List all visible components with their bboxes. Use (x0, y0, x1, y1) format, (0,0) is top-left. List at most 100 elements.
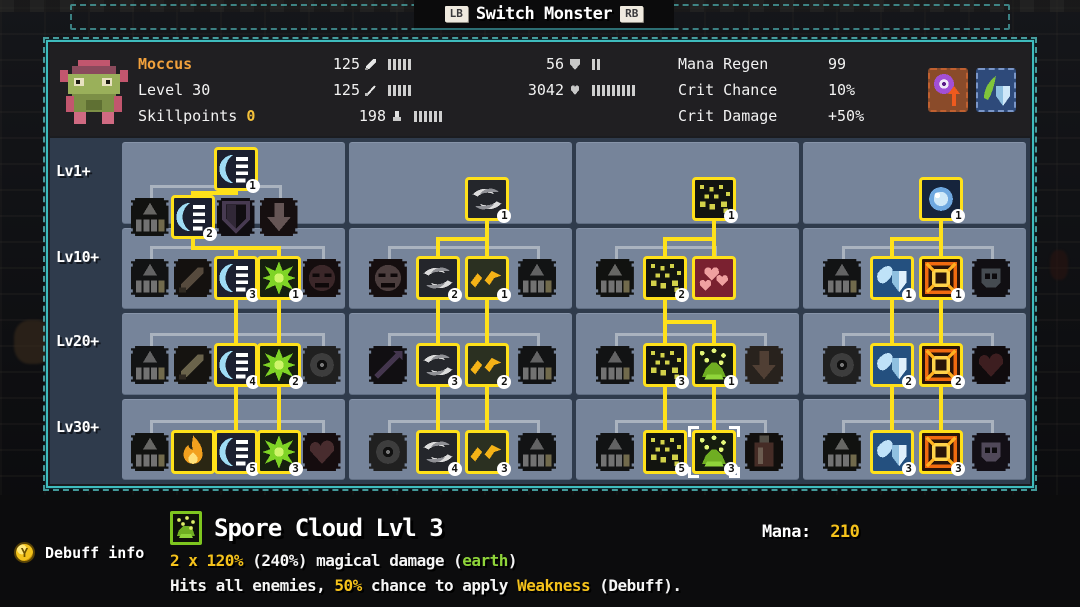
weapon-slot[interactable] (976, 68, 1016, 112)
skill-node-fire-grid-1[interactable]: 1 (919, 256, 966, 302)
skill-node-cherries[interactable] (969, 343, 1013, 387)
skill-node-armor-bar[interactable] (595, 433, 634, 471)
debuff-coin-icon: Y (14, 542, 35, 563)
lb-bumper-icon[interactable]: LB (444, 6, 468, 22)
skill-node-spore-cloud-3[interactable]: 3 (688, 426, 741, 478)
skill-node-sword-brown[interactable] (173, 259, 212, 297)
skill-node-moon-beam-4[interactable]: 4 (213, 343, 260, 389)
skill-link-active (662, 319, 717, 324)
skill-node-hp-bar[interactable] (822, 259, 861, 297)
skill-node-upgrade-bar[interactable] (593, 256, 637, 300)
skill-node-water-shield-1[interactable]: 1 (869, 256, 916, 302)
rb-bumper-icon[interactable]: RB (620, 6, 644, 22)
level-row-label-1: Lv1+ (56, 162, 91, 180)
skill-node-heart-red[interactable] (302, 433, 341, 471)
skill-node-rank: 5 (674, 462, 689, 476)
skill-node-weight-bar[interactable] (593, 343, 637, 387)
skill-node-frame (300, 343, 344, 387)
skill-node-angry-face[interactable] (302, 259, 341, 297)
skill-mana-cost: Mana: 210 (762, 522, 860, 542)
skill-node-shield-purple[interactable] (216, 198, 255, 236)
physical-attack-value: 125 (332, 55, 360, 73)
skill-node-smoke-plus[interactable] (822, 346, 861, 384)
skill-link-active (662, 236, 717, 241)
skill-node-frame (969, 343, 1013, 387)
skill-element: earth (462, 551, 508, 570)
skill-node-gold-sword[interactable] (173, 346, 212, 384)
stat-crit-chance: Crit Chance 10% (678, 80, 928, 100)
secondary-stats-column: Mana Regen 99 Crit Chance 10% Crit Damag… (678, 54, 928, 126)
skill-node-weight-bar[interactable] (518, 259, 557, 297)
skill-node-upgrade-bar[interactable] (822, 433, 861, 471)
skill-node-heal-hearts[interactable] (692, 256, 737, 300)
skill-tree-panel: Lv1+ Lv10+ Lv20+ Lv30+ 1 2 3 1 4 2 5 3 1… (50, 138, 1030, 484)
accessory-slot[interactable] (928, 68, 968, 112)
skill-node-wind-swirl-1[interactable]: 1 (465, 177, 512, 223)
skill-node-hp-bar[interactable] (518, 433, 557, 471)
skill-node-sand-cloud-5[interactable]: 5 (642, 430, 689, 476)
skill-node-moon-beam-1[interactable]: 1 (213, 147, 260, 193)
skill-line2-mid: chance to apply (361, 576, 518, 595)
crit-chance-value: 10% (828, 81, 856, 99)
skill-description-line-2: Hits all enemies, 50% chance to apply We… (170, 576, 682, 595)
mana-regen-label: Mana Regen (678, 55, 769, 73)
skill-node-armor-bar[interactable] (128, 343, 172, 387)
sword-icon (364, 57, 378, 71)
skill-link-inactive (387, 246, 538, 249)
skill-node-armor-bar[interactable] (518, 346, 557, 384)
skill-node-water-shield-3[interactable]: 3 (869, 430, 916, 476)
skill-node-wind-swirl-3[interactable]: 3 (415, 343, 462, 389)
skill-node-debuff-down[interactable] (259, 198, 298, 236)
skill-node-water-shield-2[interactable]: 2 (869, 343, 916, 389)
skill-node-moon-beam-3[interactable]: 3 (213, 256, 260, 302)
skill-node-moon-beam-2[interactable]: 2 (170, 195, 217, 241)
switch-monster-bar[interactable]: LB Switch Monster RB (414, 0, 674, 30)
skill-node-wind-swirl-4[interactable]: 4 (415, 430, 462, 476)
speed-pips (414, 110, 442, 122)
skill-node-hp-bar[interactable] (130, 259, 169, 297)
heart-icon (568, 83, 582, 97)
debuff-info-hint[interactable]: Y Debuff info (14, 542, 144, 563)
monster-name: Moccus (138, 55, 193, 73)
skill-node-potion-red[interactable] (745, 433, 784, 471)
skill-node-attack-up[interactable] (130, 433, 169, 471)
skill-node-lightning-bolt-2[interactable]: 2 (465, 343, 512, 389)
skill-targeting: Hits all enemies, (170, 576, 335, 595)
skill-node-eye-ring[interactable] (300, 343, 344, 387)
skill-node-water-orb-1[interactable]: 1 (919, 177, 966, 223)
skill-node-lightning-bolt-3[interactable]: 3 (465, 430, 512, 476)
skill-node-frame (593, 343, 637, 387)
defense-pips (592, 58, 600, 70)
level-row-label-10: Lv10+ (56, 248, 99, 266)
skill-node-magic-arrow[interactable] (366, 343, 410, 387)
skill-node-eye-ring[interactable] (368, 433, 407, 471)
skill-node-spore-burst-1[interactable]: 1 (256, 256, 303, 302)
skill-node-frame (128, 343, 172, 387)
skill-node-rank: 2 (447, 288, 462, 302)
monster-skill-window: Moccus Level 30 Skillpoints 0 125 125 19… (43, 37, 1037, 491)
skill-node-moon-beam-5[interactable]: 5 (213, 430, 260, 476)
skill-node-skull-purple[interactable] (972, 433, 1011, 471)
skillpoints-label: Skillpoints (138, 107, 238, 125)
skill-node-crit-red[interactable] (368, 259, 407, 297)
skill-node-spore-cloud-1[interactable]: 1 (692, 343, 739, 389)
skill-node-flame[interactable] (170, 430, 215, 474)
skill-node-frame (366, 343, 410, 387)
skill-node-down-arrow[interactable] (745, 346, 784, 384)
skill-node-sand-cloud-3[interactable]: 3 (642, 343, 689, 389)
skill-node-dark-slime[interactable] (972, 259, 1011, 297)
skill-node-wind-swirl-2[interactable]: 2 (415, 256, 462, 302)
selected-skill-title: Spore Cloud Lvl 3 (214, 514, 444, 542)
skill-node-spore-burst-3[interactable]: 3 (256, 430, 303, 476)
monster-portrait[interactable] (50, 44, 138, 136)
skill-node-sand-cloud-1[interactable]: 1 (692, 177, 739, 223)
skill-node-sand-cloud-2[interactable]: 2 (642, 256, 689, 302)
skill-node-fire-grid-3[interactable]: 3 (919, 430, 966, 476)
skill-node-spore-burst-2[interactable]: 2 (256, 343, 303, 389)
skill-link-inactive (614, 333, 765, 336)
skill-node-frame (128, 195, 172, 239)
skill-node-frame (593, 256, 637, 300)
skill-node-fire-grid-2[interactable]: 2 (919, 343, 966, 389)
skill-node-attack-up[interactable] (128, 195, 172, 239)
skill-node-lightning-bolt-1[interactable]: 1 (465, 256, 512, 302)
